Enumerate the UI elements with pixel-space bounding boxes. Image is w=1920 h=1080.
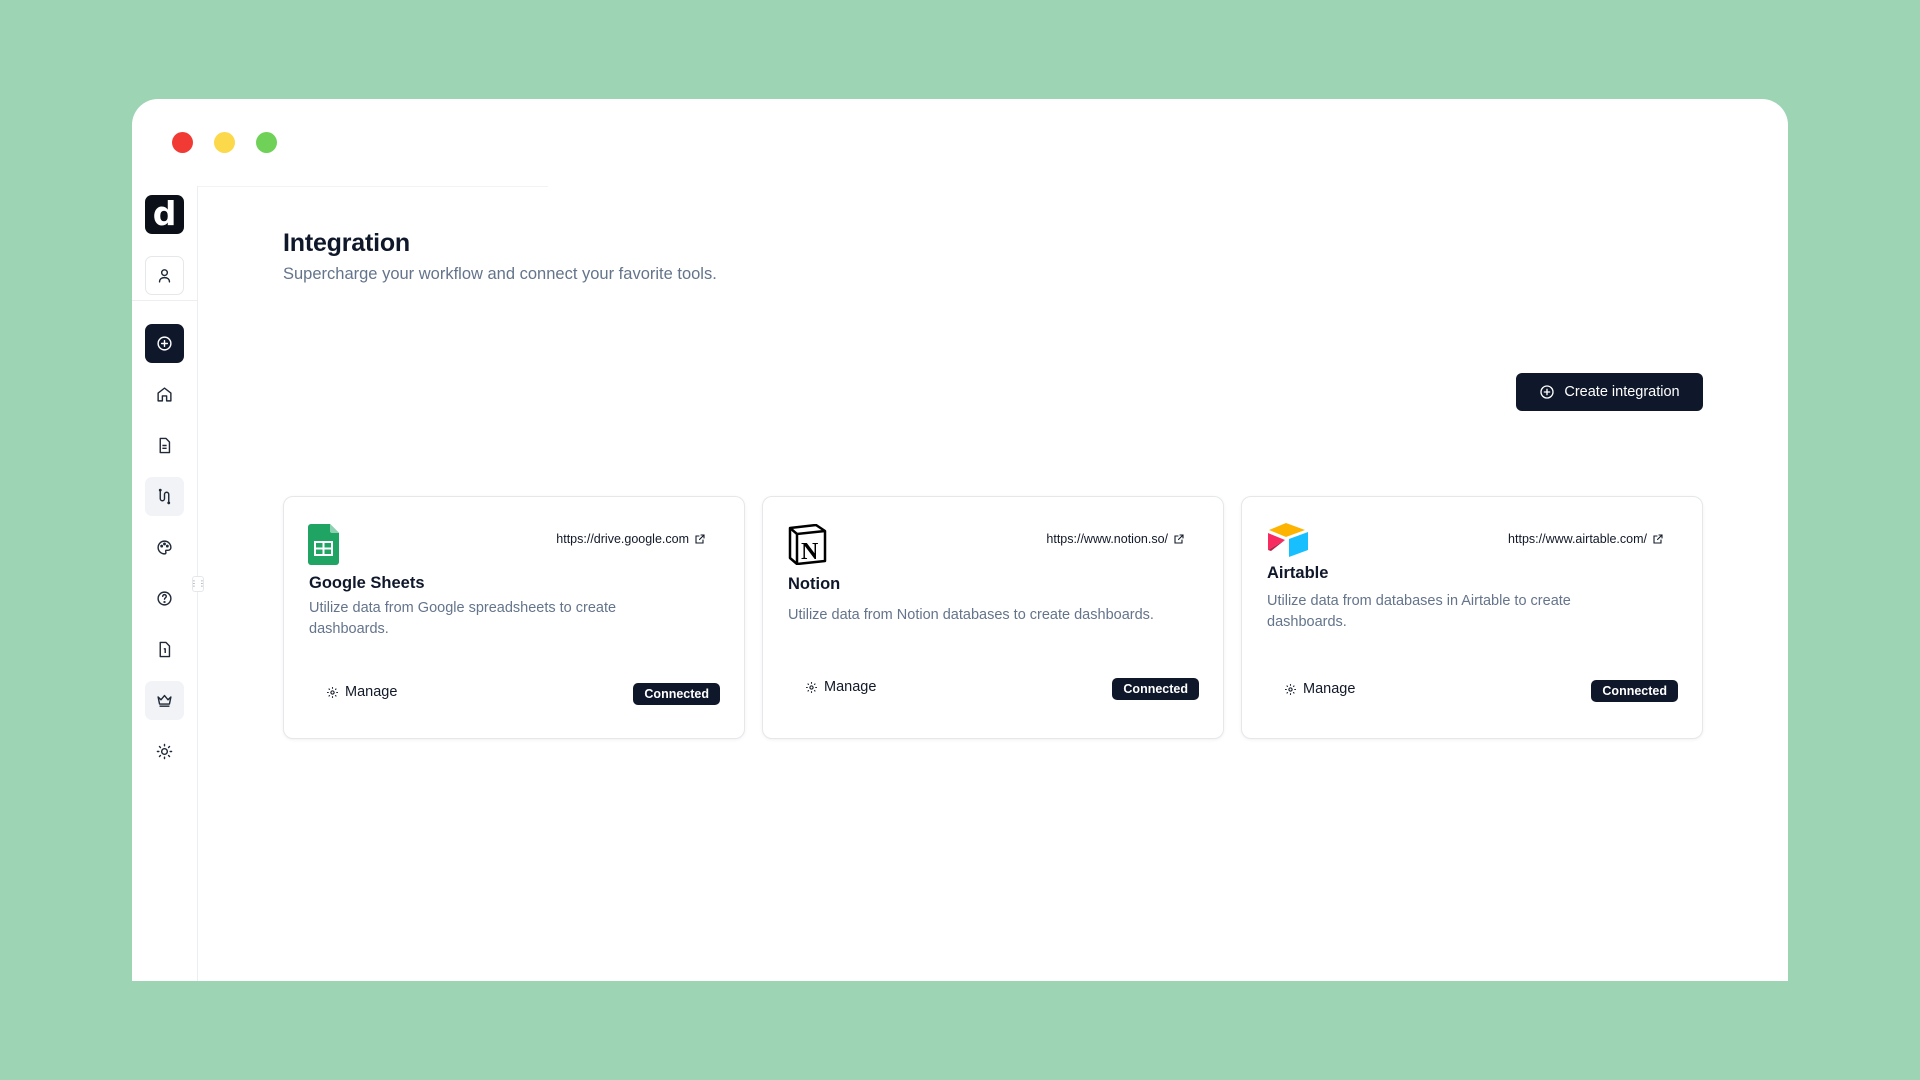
notion-url-link[interactable]: https://www.notion.so/ (1046, 532, 1185, 546)
sidebar: d (132, 186, 198, 981)
app-logo[interactable]: d (145, 195, 184, 234)
home-icon (157, 387, 172, 402)
user-icon (158, 269, 171, 283)
crown-icon (157, 694, 172, 707)
integration-card-airtable: https://www.airtable.com/ Airtable Utili… (1241, 496, 1703, 739)
window-controls (172, 132, 277, 153)
app-window: d ⋮⋮ Integration Supercharge your workfl… (132, 99, 1788, 981)
document-icon (159, 437, 171, 454)
maximize-window-button[interactable] (256, 132, 277, 153)
google-sheets-icon (308, 524, 339, 565)
google-sheets-url-link[interactable]: https://drive.google.com (556, 532, 706, 546)
profile-button[interactable] (145, 256, 184, 295)
minimize-window-button[interactable] (214, 132, 235, 153)
page-title: Integration (283, 229, 410, 257)
sidebar-item-premium[interactable] (145, 681, 184, 720)
integration-card-google-sheets: https://drive.google.com Google Sheets U… (283, 496, 745, 739)
notion-icon: N (788, 524, 827, 565)
notion-name: Notion (788, 575, 841, 593)
sidebar-item-themes[interactable] (145, 528, 184, 567)
airtable-icon (1268, 523, 1308, 557)
sidebar-resize-handle[interactable]: ⋮⋮ (190, 576, 206, 592)
status-badge: Connected (633, 683, 720, 705)
manage-label: Manage (345, 684, 398, 700)
google-sheets-name: Google Sheets (309, 574, 425, 592)
google-sheets-manage-button[interactable]: Manage (326, 684, 397, 700)
palette-icon (157, 540, 172, 555)
gear-icon (806, 681, 817, 693)
sidebar-item-theme-toggle[interactable] (145, 732, 184, 771)
integration-icon (158, 488, 171, 505)
external-link-icon (1174, 534, 1184, 544)
notion-manage-button[interactable]: Manage (805, 679, 876, 695)
airtable-description: Utilize data from databases in Airtable … (1267, 593, 1571, 630)
gear-icon (1285, 683, 1296, 695)
close-window-button[interactable] (172, 132, 193, 153)
header-divider (198, 186, 548, 187)
notion-url: https://www.notion.so/ (1046, 532, 1168, 546)
sidebar-item-documents[interactable] (145, 426, 184, 465)
notion-description: Utilize data from Notion databases to cr… (788, 607, 1154, 623)
google-sheets-url: https://drive.google.com (556, 532, 689, 546)
gear-icon (327, 686, 338, 698)
manage-label: Manage (824, 679, 877, 695)
manage-label: Manage (1303, 681, 1356, 697)
airtable-url-link[interactable]: https://www.airtable.com/ (1508, 532, 1664, 546)
sidebar-item-help[interactable] (145, 579, 184, 618)
sidebar-item-files[interactable] (145, 630, 184, 669)
google-sheets-description: Utilize data from Google spreadsheets to… (309, 600, 617, 637)
create-integration-button[interactable]: Create integration (1516, 373, 1703, 411)
external-link-icon (695, 534, 705, 544)
airtable-manage-button[interactable]: Manage (1284, 681, 1355, 697)
external-link-icon (1653, 534, 1663, 544)
plus-circle-icon (157, 336, 172, 351)
airtable-url: https://www.airtable.com/ (1508, 532, 1647, 546)
page-subtitle: Supercharge your workflow and connect yo… (283, 265, 717, 283)
status-badge: Connected (1112, 678, 1199, 700)
sidebar-item-home[interactable] (145, 375, 184, 414)
svg-text:N: N (801, 539, 819, 565)
file-icon (159, 641, 171, 658)
sidebar-item-integrations[interactable] (145, 477, 184, 516)
create-integration-label: Create integration (1564, 384, 1680, 400)
sun-icon (156, 743, 173, 760)
help-icon (157, 591, 172, 606)
status-badge: Connected (1591, 680, 1678, 702)
integration-card-notion: N https://www.notion.so/ Notion Utilize … (762, 496, 1224, 739)
sidebar-divider (132, 300, 198, 301)
sidebar-item-create[interactable] (145, 324, 184, 363)
plus-circle-icon (1540, 385, 1555, 399)
airtable-name: Airtable (1267, 564, 1329, 582)
